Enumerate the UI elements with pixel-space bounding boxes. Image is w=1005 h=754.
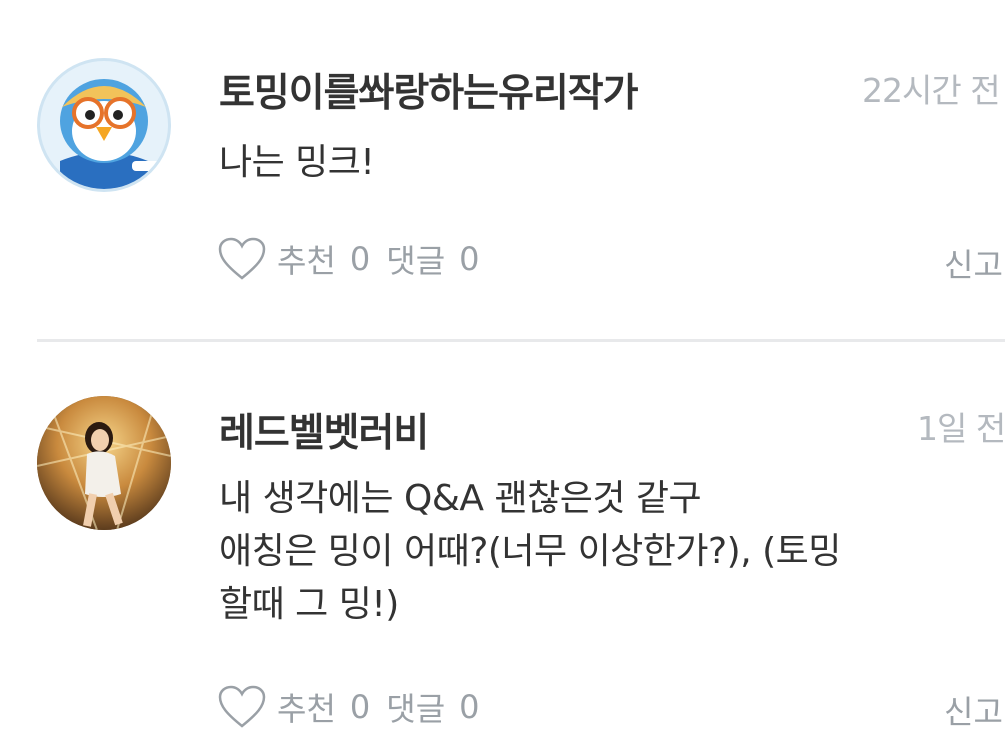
reply-count: 0 (459, 240, 480, 278)
like-count: 0 (349, 240, 371, 278)
reply-count: 0 (459, 688, 480, 726)
comment-author[interactable]: 토밍이를쏴랑하는유리작가 (219, 62, 639, 118)
comment-body: 내 생각에는 Q&A 괜찮은것 같구 애칭은 밍이 어때?(너무 이상한가?),… (219, 478, 841, 625)
heart-icon[interactable] (217, 236, 267, 282)
penguin-avatar-icon[interactable] (37, 58, 171, 192)
comment-time: 1일 전 (917, 409, 1005, 448)
report-button[interactable]: 신고 (944, 687, 1003, 733)
comment-body: 나는 밍크! (219, 142, 375, 183)
comment-item: 토밍이를쏴랑하는유리작가 22시간 전 나는 밍크! 추천 0 댓글 0 신고 (0, 0, 1005, 340)
comment-actions: 추천 0 댓글 0 (217, 234, 496, 284)
reply-label[interactable]: 댓글 (386, 236, 445, 282)
comment-actions: 추천 0 댓글 0 (217, 682, 496, 732)
reply-label[interactable]: 댓글 (386, 684, 445, 730)
report-button[interactable]: 신고 (944, 240, 1003, 286)
photo-avatar-icon[interactable] (37, 396, 171, 530)
like-label[interactable]: 추천 (277, 236, 336, 282)
like-label[interactable]: 추천 (277, 684, 336, 730)
comment-item: 레드벨벳러비 1일 전 내 생각에는 Q&A 괜찮은것 같구 애칭은 밍이 어때… (0, 342, 1005, 754)
heart-icon[interactable] (217, 684, 267, 730)
comment-author[interactable]: 레드벨벳러비 (219, 402, 429, 458)
comment-time: 22시간 전 (862, 71, 1001, 110)
like-count: 0 (349, 688, 371, 726)
